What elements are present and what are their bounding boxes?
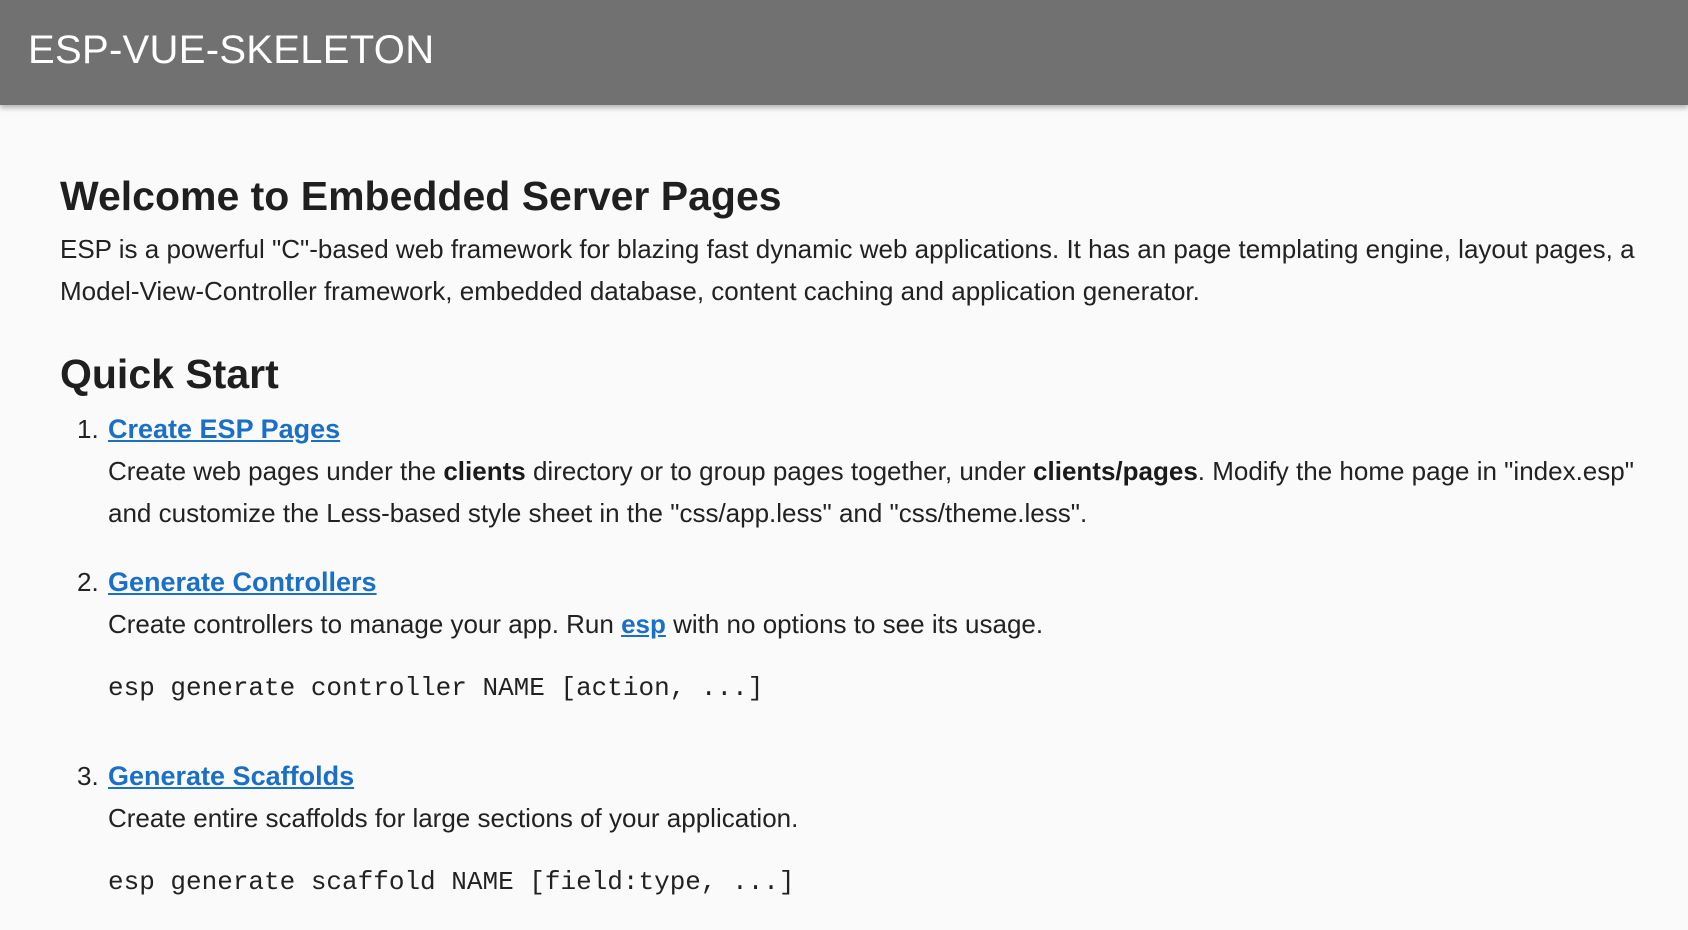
desc-text: Create controllers to manage your app. R… — [108, 609, 622, 639]
controller-command-code: esp generate controller NAME [action, ..… — [108, 673, 764, 703]
quick-start-steps: 1. Create ESP Pages Create web pages und… — [60, 408, 1640, 903]
desc-text: directory or to group pages together, un… — [525, 456, 1034, 486]
step-description: Create web pages under the clients direc… — [108, 450, 1640, 534]
app-title: ESP-VUE-SKELETON — [28, 28, 435, 72]
app-toolbar: ESP-VUE-SKELETON — [0, 0, 1688, 105]
desc-text: with no options to see its usage. — [665, 609, 1044, 639]
main-content: Welcome to Embedded Server Pages ESP is … — [60, 168, 1640, 903]
generate-scaffolds-link[interactable]: Generate Scaffolds — [108, 761, 354, 791]
desc-text: Create web pages under the — [108, 456, 444, 486]
step-generate-controllers: 2. Generate Controllers Create controlle… — [60, 561, 1640, 709]
quick-start-heading: Quick Start — [60, 351, 279, 397]
step-number: 1. — [77, 414, 99, 444]
step-description: Create controllers to manage your app. R… — [108, 603, 1640, 645]
step-generate-scaffolds: 3. Generate Scaffolds Create entire scaf… — [60, 755, 1640, 903]
generate-controllers-link[interactable]: Generate Controllers — [108, 567, 377, 597]
step-description: Create entire scaffolds for large sectio… — [108, 803, 799, 833]
step-create-pages: 1. Create ESP Pages Create web pages und… — [60, 408, 1640, 534]
esp-link[interactable]: esp — [621, 609, 666, 639]
scaffold-command-code: esp generate scaffold NAME [field:type, … — [108, 867, 795, 897]
create-esp-pages-link[interactable]: Create ESP Pages — [108, 414, 340, 444]
page-title: Welcome to Embedded Server Pages — [60, 173, 782, 219]
step-number: 2. — [77, 567, 99, 597]
intro-paragraph: ESP is a powerful "C"-based web framewor… — [60, 234, 1635, 306]
clients-pages-dir-text: clients/pages — [1033, 456, 1198, 486]
clients-dir-text: clients — [443, 456, 526, 486]
step-number: 3. — [77, 761, 99, 791]
